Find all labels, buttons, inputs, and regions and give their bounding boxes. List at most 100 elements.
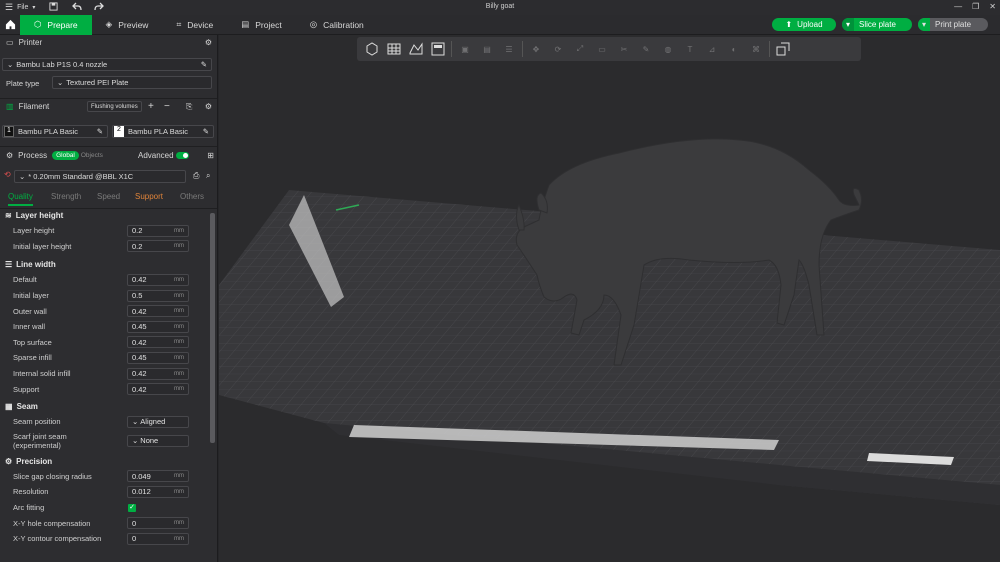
setting-row: Top surface 0.42 mm xyxy=(0,335,210,351)
slice-dropdown-icon[interactable]: ▾ xyxy=(842,18,854,31)
filament-slot-1[interactable]: 1 Bambu PLA Basic ✎ xyxy=(2,125,108,138)
objects-toggle[interactable]: Objects xyxy=(81,152,103,159)
support-paint-icon[interactable]: ✎ xyxy=(637,40,655,58)
subtab-speed[interactable]: Speed xyxy=(97,192,120,201)
rotate-icon[interactable]: ⟳ xyxy=(549,40,567,58)
chevron-down-icon: ⌄ xyxy=(132,436,139,446)
subtab-others[interactable]: Others xyxy=(180,192,204,201)
assembly-icon[interactable]: ⌘ xyxy=(747,40,765,58)
toolbar-divider xyxy=(522,41,523,57)
scarf-joint-select[interactable]: ⌄ None xyxy=(127,434,189,447)
setting-input[interactable]: 0.45 mm xyxy=(127,351,189,364)
setting-row: Arc fitting ✓ xyxy=(0,500,210,516)
variable-layer-icon[interactable]: ☰ xyxy=(500,40,518,58)
split-objects-icon[interactable]: ▣ xyxy=(456,40,474,58)
tab-prepare[interactable]: ⬡ Prepare xyxy=(20,14,92,35)
slot-number: 1 xyxy=(4,126,14,137)
unit: mm xyxy=(174,354,184,361)
tab-project[interactable]: ▤ Project xyxy=(227,15,296,35)
group-layer-height: ≋ Layer height xyxy=(0,208,210,223)
cut-icon[interactable]: ✂ xyxy=(615,40,633,58)
view-options-icon[interactable] xyxy=(774,40,792,58)
setting-input[interactable]: 0 mm xyxy=(127,532,189,545)
setting-input[interactable]: 0.42 mm xyxy=(127,273,189,286)
setting-value: None xyxy=(140,436,159,446)
printer-settings-icon[interactable]: ⚙ xyxy=(205,38,212,47)
add-icon[interactable]: + xyxy=(148,101,154,112)
minimize-icon[interactable]: — xyxy=(954,2,962,11)
setting-row: Resolution 0.012 mm xyxy=(0,484,210,500)
setting-input[interactable]: 0.42 mm xyxy=(127,383,189,396)
setting-input[interactable]: 0.42 mm xyxy=(127,336,189,349)
arc-fitting-checkbox[interactable]: ✓ xyxy=(128,503,136,512)
setting-input[interactable]: 0 mm xyxy=(127,517,189,530)
unit: mm xyxy=(174,292,184,299)
close-icon[interactable]: ✕ xyxy=(989,2,996,11)
plate-type-select[interactable]: ⌄ Textured PEI Plate xyxy=(52,76,212,89)
split-parts-icon[interactable]: ▤ xyxy=(478,40,496,58)
setting-input[interactable]: 0.42 mm xyxy=(127,305,189,318)
color-paint-icon[interactable]: ◐ xyxy=(725,40,743,58)
move-icon[interactable]: ✥ xyxy=(527,40,545,58)
filament-slot-2[interactable]: 2 Bambu PLA Basic ✎ xyxy=(112,125,214,138)
arrange-icon[interactable] xyxy=(429,40,447,58)
reset-icon[interactable]: ⟲ xyxy=(4,170,11,179)
edit-icon[interactable]: ✎ xyxy=(203,127,209,136)
setting-input[interactable]: 0.049 mm xyxy=(127,470,189,483)
process-header: Process xyxy=(18,151,48,160)
add-plate-icon[interactable] xyxy=(385,40,403,58)
unit: mm xyxy=(174,339,184,346)
subtab-support[interactable]: Support xyxy=(135,192,163,201)
setting-row: X-Y hole compensation 0 mm xyxy=(0,515,210,531)
measure-icon[interactable]: ⊿ xyxy=(703,40,721,58)
setting-input[interactable]: 0.42 mm xyxy=(127,367,189,380)
setting-input[interactable]: 0.2 mm xyxy=(127,224,189,237)
print-plate-button[interactable]: ▾ Print plate xyxy=(918,18,988,31)
subtab-quality[interactable]: Quality xyxy=(8,192,33,206)
filament-settings-icon[interactable]: ⚙ xyxy=(205,102,212,111)
add-model-icon[interactable] xyxy=(363,40,381,58)
window-title: Billy goat xyxy=(485,3,515,10)
home-icon[interactable] xyxy=(0,15,20,35)
save-preset-icon[interactable]: ⎙ xyxy=(193,171,199,181)
tab-calibration[interactable]: ◎ Calibration xyxy=(296,15,378,35)
printer-select[interactable]: ⌄ Bambu Lab P1S 0.4 nozzle ✎ xyxy=(2,58,212,71)
lay-on-face-icon[interactable]: ▭ xyxy=(593,40,611,58)
remove-icon[interactable]: − xyxy=(164,101,170,112)
setting-row: Seam position ⌄ Aligned xyxy=(0,414,210,430)
text-icon[interactable]: T xyxy=(681,40,699,58)
auto-orient-icon[interactable] xyxy=(407,40,425,58)
plate-type-label: Plate type xyxy=(6,79,40,88)
flushing-volumes-button[interactable]: Flushing volumes xyxy=(87,101,142,112)
restore-icon[interactable]: ❐ xyxy=(972,2,979,11)
scale-icon[interactable]: ⤢ xyxy=(571,40,589,58)
sync-icon[interactable]: ⎘ xyxy=(186,102,192,112)
panel-scrollbar[interactable] xyxy=(210,213,215,443)
advanced-switch[interactable] xyxy=(176,152,189,159)
tab-label: Prepare xyxy=(47,19,78,30)
setting-input[interactable]: 0.012 mm xyxy=(127,485,189,498)
subtab-strength[interactable]: Strength xyxy=(51,192,81,201)
line-width-icon: ☰ xyxy=(5,260,13,270)
print-dropdown-icon[interactable]: ▾ xyxy=(918,18,930,31)
setting-value: 0.012 xyxy=(132,487,151,497)
setting-input[interactable]: 0.45 mm xyxy=(127,320,189,333)
global-toggle[interactable]: Global xyxy=(52,151,79,160)
setting-label: Scarf joint seam (experimental) xyxy=(13,432,67,450)
setting-row: Scarf joint seam (experimental) ⌄ None xyxy=(0,430,210,452)
setting-input[interactable]: 0.5 mm xyxy=(127,289,189,302)
slice-plate-button[interactable]: ▾ Slice plate xyxy=(842,18,912,31)
setting-input[interactable]: 0.2 mm xyxy=(127,240,189,253)
3d-viewport[interactable]: ▣ ▤ ☰ ✥ ⟳ ⤢ ▭ ✂ ✎ ◍ T ⊿ ◐ ⌘ xyxy=(219,35,1000,562)
process-preset: * 0.20mm Standard @BBL X1C xyxy=(28,172,134,181)
tab-preview[interactable]: ◈ Preview xyxy=(92,15,163,35)
process-preset-select[interactable]: ⌄ * 0.20mm Standard @BBL X1C xyxy=(14,170,186,183)
upload-button[interactable]: ⬆ Upload xyxy=(772,18,836,31)
compare-icon[interactable]: ⊞ xyxy=(207,151,214,160)
edit-icon[interactable]: ✎ xyxy=(97,127,103,136)
seam-position-select[interactable]: ⌄ Aligned xyxy=(127,415,189,428)
seam-paint-icon[interactable]: ◍ xyxy=(659,40,677,58)
edit-icon[interactable]: ✎ xyxy=(201,60,207,69)
search-icon[interactable]: ⌕ xyxy=(206,171,210,181)
tab-device[interactable]: ⌗ Device xyxy=(162,15,227,35)
